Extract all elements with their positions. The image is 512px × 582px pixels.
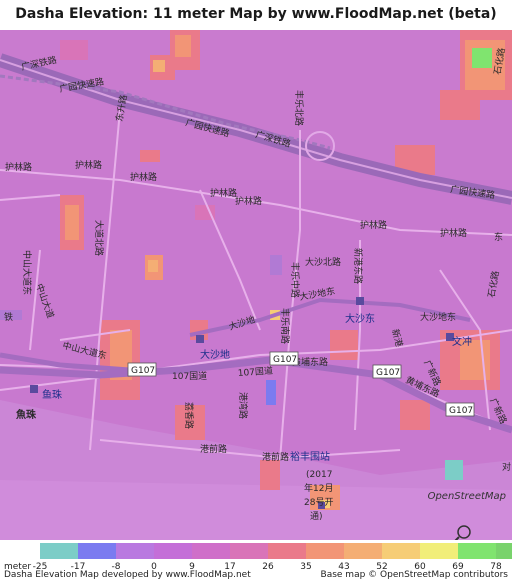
label-opening-note-3: 28号开	[304, 497, 333, 508]
label-road-107-1: 107国道	[172, 370, 207, 382]
legend-swatch	[154, 543, 192, 559]
shield-g107-1: G107	[127, 362, 157, 377]
label-hulin-road-5: 护林路	[235, 195, 262, 207]
label-wenchong: 文冲	[452, 335, 472, 348]
legend-tick-label: 35	[300, 562, 312, 572]
shield-g107-2: G107	[269, 351, 299, 366]
label-fengle-south-road: 丰乐南路	[279, 308, 291, 344]
station-marker-dashadong	[356, 297, 364, 305]
legend-swatch	[382, 543, 420, 559]
label-jiangbian-road: 港湾路	[237, 392, 249, 419]
label-yuzhu-station: 鱼珠	[42, 388, 62, 401]
legend-swatch	[344, 543, 382, 559]
label-fengle-north-road: 丰乐北路	[293, 90, 305, 126]
legend-swatch	[458, 543, 496, 559]
legend-swatch	[420, 543, 458, 559]
svg-text:G107: G107	[273, 355, 297, 365]
legend-swatch	[496, 543, 512, 559]
footer-credit: Dasha Elevation Map developed by www.Flo…	[4, 570, 251, 580]
label-xinyuan-road: 新港东路	[352, 248, 364, 284]
label-yufengwei-station: 裕丰围站	[290, 450, 330, 463]
label-dasha-north-road: 大沙北路	[305, 256, 341, 268]
map-title: Dasha Elevation: 11 meter Map by www.Flo…	[0, 0, 512, 30]
legend-swatch	[268, 543, 306, 559]
river-area-2	[0, 480, 512, 540]
label-dasha-di: 大沙地	[200, 348, 230, 361]
footer-basemap-credit: Base map © OpenStreetMap contributors	[320, 570, 508, 580]
station-marker-yuzhu	[30, 385, 38, 393]
legend-swatch	[78, 543, 116, 559]
label-dong: 东	[494, 231, 503, 243]
svg-text:G107: G107	[449, 406, 473, 416]
label-dui: 对	[502, 461, 511, 473]
legend-swatch	[40, 543, 78, 559]
shield-g107-4: G107	[445, 402, 475, 417]
label-dasha-east-station: 大沙东	[345, 312, 375, 325]
osm-attribution: OpenStreetMap	[427, 491, 506, 502]
legend-swatch	[230, 543, 268, 559]
label-lingshan-road: 荔香路	[183, 402, 195, 429]
legend-swatch	[306, 543, 344, 559]
label-yuzhu-area: 魚珠	[16, 408, 37, 421]
label-hulin-road-6: 护林路	[360, 219, 387, 231]
label-hulin-road-3: 护林路	[130, 171, 157, 183]
label-hulin-road-1: 护林路	[5, 161, 32, 173]
label-opening-note-4: 通)	[310, 511, 323, 522]
label-hulin-road-7: 护林路	[440, 227, 467, 239]
svg-text:G107: G107	[131, 366, 155, 376]
label-gangqian-road-2: 港前路	[262, 451, 289, 463]
label-gangqian-road: 港前路	[200, 443, 227, 455]
label-hulin-road-4: 护林路	[210, 187, 237, 199]
svg-text:G107: G107	[376, 368, 400, 378]
water-patch	[270, 255, 282, 275]
station-marker-dasha	[196, 335, 204, 343]
label-fengle-middle-road: 丰乐中路	[289, 262, 301, 298]
legend-swatch	[192, 543, 230, 559]
label-dasha-east-road-2: 大沙地东	[420, 311, 456, 323]
label-zhongshan-avenue: 中山大道东	[21, 250, 33, 295]
label-dadaobei-road: 大道北路	[93, 220, 105, 256]
elevation-map[interactable]: 广深铁路 广园快速路 广园快速路 广深铁路 广园快速路 护林路 护林路 护林路 …	[0, 30, 512, 540]
legend-swatch	[116, 543, 154, 559]
shield-g107-3: G107	[372, 364, 402, 379]
label-hulin-road-2: 护林路	[75, 159, 102, 171]
legend-tick-label: 26	[262, 562, 274, 572]
label-opening-note-1: (2017	[306, 470, 332, 480]
label-opening-note-2: 年12月	[304, 482, 333, 494]
label-jie: 铁	[4, 311, 13, 323]
